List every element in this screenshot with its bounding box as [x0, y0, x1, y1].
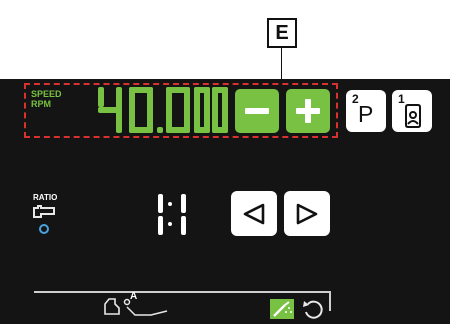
seg — [181, 216, 186, 235]
speed-label: SPEED RPM — [31, 89, 62, 109]
footer-divider-tick — [329, 291, 331, 311]
user-profile-icon — [405, 104, 421, 128]
rotation-direction-button[interactable] — [301, 298, 325, 320]
rotation-reverse-icon — [303, 300, 323, 319]
ratio-next-button[interactable] — [284, 191, 330, 236]
foot-control-button[interactable]: A — [103, 291, 171, 319]
decimal-point — [157, 127, 163, 133]
irrigation-spray-icon — [273, 301, 292, 317]
seg — [168, 222, 172, 226]
ratio-value-display: 1:1 — [155, 192, 199, 236]
seg — [181, 194, 186, 213]
ratio-value-text: 1:1 — [155, 192, 156, 193]
seg — [194, 127, 210, 133]
program-2-button[interactable]: 2 P — [346, 90, 386, 132]
control-panel-display: SPEED RPM 40.000 − + — [0, 79, 450, 324]
seg — [212, 127, 228, 133]
speed-decrease-button[interactable]: − — [235, 89, 279, 133]
seg — [158, 216, 163, 235]
speed-value-display: 40.000 — [94, 81, 230, 139]
foot-control-icon — [104, 298, 120, 315]
program-p-icon: P — [358, 101, 374, 127]
ratio-label: RATIO — [33, 193, 58, 202]
seg — [98, 87, 104, 107]
handpiece-icon — [33, 205, 55, 218]
minus-icon — [245, 108, 269, 114]
irrigation-button[interactable] — [270, 299, 294, 319]
callout-label-e: E — [267, 18, 297, 48]
triangle-left-icon — [243, 203, 265, 225]
reclining-chair-icon — [123, 298, 168, 316]
seg — [166, 127, 190, 133]
seg — [116, 87, 122, 133]
ratio-indicator-led — [39, 224, 49, 234]
seg — [158, 194, 163, 213]
triangle-right-icon — [296, 203, 318, 225]
program-1-button[interactable]: 1 — [392, 90, 432, 132]
ratio-previous-button[interactable] — [231, 191, 277, 236]
footer-divider — [34, 291, 330, 293]
speed-value-text: 40.000 — [94, 81, 95, 82]
speed-increase-button[interactable]: + — [286, 89, 330, 133]
seg — [129, 127, 153, 133]
seg — [168, 202, 172, 206]
